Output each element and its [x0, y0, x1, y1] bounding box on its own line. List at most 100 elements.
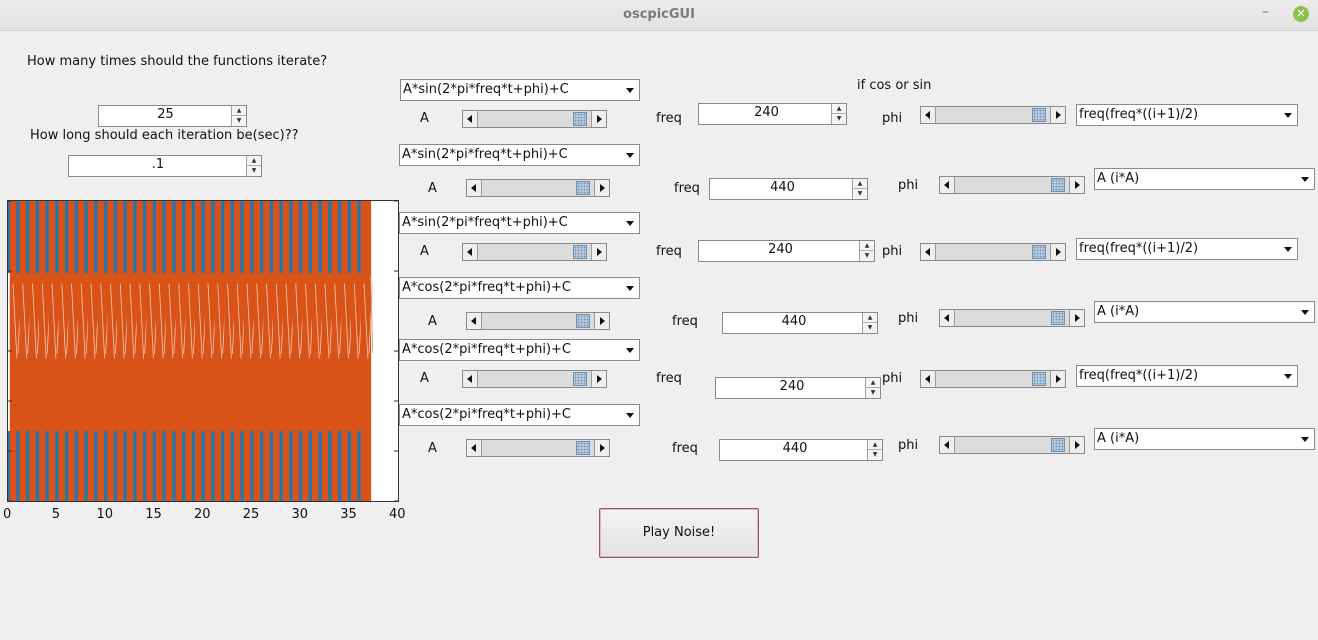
mode-select[interactable]: A (i*A): [1094, 168, 1315, 190]
spin-up-icon[interactable]: ▲: [832, 104, 846, 114]
spin-up-icon[interactable]: ▲: [232, 106, 246, 116]
spin-down-icon[interactable]: ▼: [853, 189, 867, 199]
spin-down-icon[interactable]: ▼: [247, 166, 261, 176]
phi-slider[interactable]: [920, 370, 1066, 388]
iterations-value[interactable]: 25: [99, 106, 232, 126]
spin-down-icon[interactable]: ▼: [860, 251, 874, 261]
spin-up-icon[interactable]: ▲: [863, 313, 877, 323]
scroll-right-icon[interactable]: [1050, 371, 1065, 387]
scroll-right-icon[interactable]: [594, 180, 609, 196]
mode-select[interactable]: freq(freq*((i+1)/2): [1076, 104, 1298, 126]
slider-thumb[interactable]: [576, 181, 590, 195]
spin-up-icon[interactable]: ▲: [247, 156, 261, 166]
freq-spinner[interactable]: 240 ▲ ▼: [698, 103, 847, 125]
scroll-left-icon[interactable]: [467, 440, 482, 456]
waveform-plot: [7, 200, 399, 502]
scroll-right-icon[interactable]: [1050, 244, 1065, 260]
freq-value[interactable]: 240: [716, 378, 868, 398]
slider-thumb[interactable]: [576, 314, 590, 328]
slider-thumb[interactable]: [573, 372, 587, 386]
amplitude-slider[interactable]: [466, 312, 610, 330]
scroll-right-icon[interactable]: [1069, 177, 1084, 193]
slider-thumb[interactable]: [1051, 178, 1065, 192]
close-icon[interactable]: ✕: [1293, 6, 1309, 22]
freq-spinner[interactable]: 240 ▲ ▼: [715, 377, 881, 399]
scroll-left-icon[interactable]: [463, 371, 478, 387]
phi-slider[interactable]: [939, 309, 1085, 327]
x-tick-label: 20: [194, 507, 211, 522]
spin-down-icon[interactable]: ▼: [868, 450, 882, 460]
phi-slider[interactable]: [939, 176, 1085, 194]
scroll-left-icon[interactable]: [940, 177, 955, 193]
scroll-left-icon[interactable]: [921, 107, 936, 123]
slider-thumb[interactable]: [573, 245, 587, 259]
scroll-right-icon[interactable]: [591, 244, 606, 260]
mode-select[interactable]: freq(freq*((i+1)/2): [1076, 365, 1298, 387]
scroll-left-icon[interactable]: [921, 244, 936, 260]
amplitude-slider[interactable]: [466, 179, 610, 197]
scroll-right-icon[interactable]: [591, 111, 606, 127]
slider-thumb[interactable]: [1032, 245, 1046, 259]
function-select[interactable]: A*sin(2*pi*freq*t+phi)+C: [399, 212, 640, 234]
slider-thumb[interactable]: [1032, 108, 1046, 122]
function-select[interactable]: A*cos(2*pi*freq*t+phi)+C: [399, 277, 640, 299]
freq-value[interactable]: 440: [710, 179, 855, 199]
scroll-left-icon[interactable]: [921, 371, 936, 387]
scroll-left-icon[interactable]: [467, 180, 482, 196]
x-tick-label: 25: [242, 507, 260, 522]
phi-slider[interactable]: [939, 436, 1085, 454]
spin-up-icon[interactable]: ▲: [866, 378, 880, 388]
amplitude-slider[interactable]: [462, 370, 607, 388]
slider-thumb[interactable]: [573, 112, 587, 126]
function-select-value: A*cos(2*pi*freq*t+phi)+C: [402, 342, 571, 357]
freq-value[interactable]: 440: [723, 313, 865, 333]
spin-up-icon[interactable]: ▲: [868, 440, 882, 450]
freq-value[interactable]: 240: [699, 241, 862, 261]
spin-down-icon[interactable]: ▼: [832, 114, 846, 124]
scroll-left-icon[interactable]: [467, 313, 482, 329]
scroll-right-icon[interactable]: [1069, 310, 1084, 326]
spin-down-icon[interactable]: ▼: [866, 388, 880, 398]
play-noise-button[interactable]: Play Noise!: [599, 508, 759, 558]
function-select[interactable]: A*sin(2*pi*freq*t+phi)+C: [400, 79, 640, 101]
scroll-left-icon[interactable]: [463, 244, 478, 260]
slider-thumb[interactable]: [1051, 438, 1065, 452]
mode-select[interactable]: A (i*A): [1094, 301, 1315, 323]
spin-down-icon[interactable]: ▼: [863, 323, 877, 333]
function-select[interactable]: A*cos(2*pi*freq*t+phi)+C: [399, 404, 640, 426]
freq-label: freq: [656, 111, 682, 126]
spin-up-icon[interactable]: ▲: [860, 241, 874, 251]
scroll-left-icon[interactable]: [940, 310, 955, 326]
phi-slider[interactable]: [920, 243, 1066, 261]
spin-up-icon[interactable]: ▲: [853, 179, 867, 189]
slider-thumb[interactable]: [576, 441, 590, 455]
mode-select[interactable]: freq(freq*((i+1)/2): [1076, 238, 1298, 260]
function-select[interactable]: A*cos(2*pi*freq*t+phi)+C: [399, 339, 640, 361]
scroll-right-icon[interactable]: [1069, 437, 1084, 453]
mode-select[interactable]: A (i*A): [1094, 428, 1315, 450]
scroll-left-icon[interactable]: [463, 111, 478, 127]
spin-down-icon[interactable]: ▼: [232, 116, 246, 126]
iterations-spinner[interactable]: 25 ▲ ▼: [98, 105, 247, 127]
freq-spinner[interactable]: 440 ▲ ▼: [709, 178, 868, 200]
phi-slider[interactable]: [920, 106, 1066, 124]
minimize-icon[interactable]: –: [1262, 4, 1276, 22]
duration-value[interactable]: .1: [69, 156, 247, 176]
scroll-right-icon[interactable]: [594, 313, 609, 329]
freq-value[interactable]: 440: [720, 440, 870, 460]
amplitude-slider[interactable]: [466, 439, 610, 457]
scroll-right-icon[interactable]: [1050, 107, 1065, 123]
freq-spinner[interactable]: 440 ▲ ▼: [722, 312, 878, 334]
slider-thumb[interactable]: [1032, 372, 1046, 386]
amplitude-slider[interactable]: [462, 243, 607, 261]
freq-spinner[interactable]: 240 ▲ ▼: [698, 240, 875, 262]
duration-spinner[interactable]: .1 ▲ ▼: [68, 155, 262, 177]
slider-thumb[interactable]: [1051, 311, 1065, 325]
freq-spinner[interactable]: 440 ▲ ▼: [719, 439, 883, 461]
scroll-right-icon[interactable]: [591, 371, 606, 387]
freq-value[interactable]: 240: [699, 104, 834, 124]
scroll-left-icon[interactable]: [940, 437, 955, 453]
scroll-right-icon[interactable]: [594, 440, 609, 456]
amplitude-slider[interactable]: [462, 110, 607, 128]
function-select[interactable]: A*sin(2*pi*freq*t+phi)+C: [399, 144, 640, 166]
